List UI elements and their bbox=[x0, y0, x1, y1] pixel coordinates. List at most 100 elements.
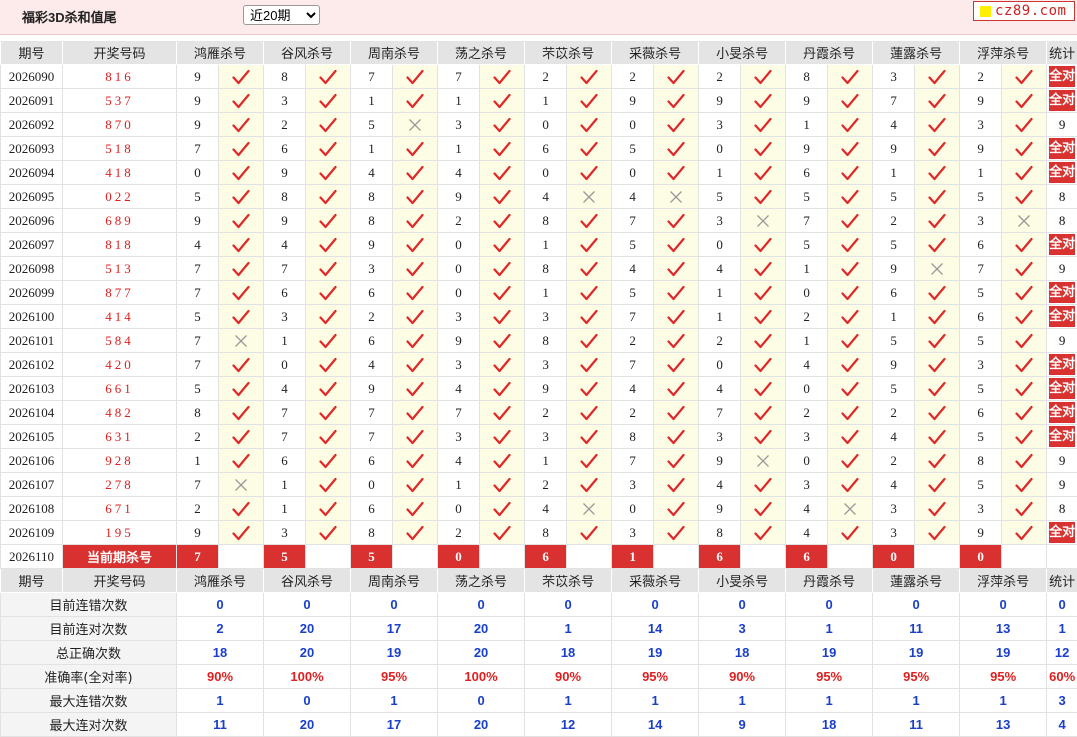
all-correct-badge: 全对 bbox=[1049, 354, 1075, 375]
summary-value: 1 bbox=[525, 689, 612, 713]
result-cell bbox=[480, 521, 525, 545]
check-icon bbox=[1015, 141, 1033, 157]
result-cell bbox=[654, 257, 699, 281]
result-cell bbox=[1002, 401, 1047, 425]
check-icon bbox=[928, 285, 946, 301]
current-blank-cell bbox=[480, 545, 525, 569]
check-icon bbox=[841, 141, 859, 157]
kill-number-cell: 2 bbox=[612, 329, 654, 353]
kill-number-cell: 3 bbox=[699, 113, 741, 137]
check-icon bbox=[841, 261, 859, 277]
kill-number-cell: 4 bbox=[699, 377, 741, 401]
kill-number-cell: 4 bbox=[873, 473, 915, 497]
summary-value: 18 bbox=[699, 641, 786, 665]
check-icon bbox=[493, 405, 511, 421]
header-expert: 谷风杀号 bbox=[264, 569, 351, 593]
summary-stat-value: 3 bbox=[1047, 689, 1077, 713]
result-cell bbox=[393, 401, 438, 425]
check-icon bbox=[232, 93, 250, 109]
kill-number-cell: 0 bbox=[699, 137, 741, 161]
cross-icon bbox=[756, 454, 770, 468]
result-cell bbox=[654, 353, 699, 377]
result-cell bbox=[393, 209, 438, 233]
result-cell bbox=[219, 137, 264, 161]
site-logo[interactable]: cz89.com bbox=[973, 1, 1075, 21]
result-cell bbox=[567, 497, 612, 521]
kill-number-cell: 1 bbox=[525, 281, 567, 305]
summary-value: 0 bbox=[873, 593, 960, 617]
result-cell bbox=[393, 377, 438, 401]
result-cell bbox=[567, 377, 612, 401]
table-row: 20261024207043370493全对 bbox=[1, 353, 1077, 377]
check-icon bbox=[493, 117, 511, 133]
kill-number-cell: 5 bbox=[960, 425, 1002, 449]
result-cell bbox=[480, 113, 525, 137]
check-icon bbox=[580, 117, 598, 133]
issue-cell: 2026105 bbox=[1, 425, 63, 449]
check-icon bbox=[841, 237, 859, 253]
summary-value: 18 bbox=[525, 641, 612, 665]
result-cell bbox=[480, 353, 525, 377]
check-icon bbox=[493, 237, 511, 253]
result-cell bbox=[1002, 425, 1047, 449]
kill-number-cell: 9 bbox=[438, 329, 480, 353]
issue-cell: 2026092 bbox=[1, 113, 63, 137]
result-cell bbox=[915, 257, 960, 281]
stat-cell: 全对 bbox=[1047, 161, 1077, 185]
check-icon bbox=[580, 93, 598, 109]
check-icon bbox=[841, 117, 859, 133]
stat-cell: 全对 bbox=[1047, 305, 1077, 329]
period-select[interactable]: 近20期 bbox=[243, 5, 320, 25]
result-cell bbox=[828, 137, 873, 161]
result-cell bbox=[219, 209, 264, 233]
check-icon bbox=[319, 429, 337, 445]
check-icon bbox=[232, 141, 250, 157]
result-cell bbox=[915, 89, 960, 113]
summary-value: 1 bbox=[612, 689, 699, 713]
kill-number-cell: 9 bbox=[264, 209, 306, 233]
result-cell bbox=[1002, 329, 1047, 353]
kill-number-cell: 0 bbox=[786, 377, 828, 401]
table-row: 20261091959382838439全对 bbox=[1, 521, 1077, 545]
stat-cell: 8 bbox=[1047, 209, 1077, 233]
result-cell bbox=[1002, 281, 1047, 305]
summary-value: 0 bbox=[438, 593, 525, 617]
kill-number-cell: 4 bbox=[177, 233, 219, 257]
kill-number-cell: 2 bbox=[525, 473, 567, 497]
result-cell bbox=[480, 65, 525, 89]
check-icon bbox=[841, 525, 859, 541]
kill-number-cell: 8 bbox=[525, 257, 567, 281]
check-icon bbox=[493, 453, 511, 469]
kill-number-cell: 2 bbox=[960, 65, 1002, 89]
kill-number-cell: 4 bbox=[699, 473, 741, 497]
kill-number-cell: 7 bbox=[264, 401, 306, 425]
result-cell bbox=[915, 281, 960, 305]
result-cell bbox=[306, 329, 351, 353]
cross-icon bbox=[756, 214, 770, 228]
kill-number-cell: 4 bbox=[612, 185, 654, 209]
issue-cell: 2026090 bbox=[1, 65, 63, 89]
current-kill-number: 0 bbox=[873, 545, 915, 569]
kill-number-cell: 6 bbox=[351, 449, 393, 473]
stat-cell: 全对 bbox=[1047, 521, 1077, 545]
kill-number-cell: 5 bbox=[960, 473, 1002, 497]
kill-number-cell: 0 bbox=[351, 473, 393, 497]
check-icon bbox=[493, 189, 511, 205]
check-icon bbox=[841, 93, 859, 109]
kill-number-cell: 6 bbox=[351, 497, 393, 521]
all-correct-badge: 全对 bbox=[1049, 138, 1075, 159]
kill-number-cell: 8 bbox=[351, 521, 393, 545]
result-cell bbox=[480, 401, 525, 425]
table-row: 202609502258894455558 bbox=[1, 185, 1077, 209]
check-icon bbox=[754, 93, 772, 109]
kill-number-cell: 8 bbox=[264, 65, 306, 89]
result-cell bbox=[654, 377, 699, 401]
result-cell bbox=[219, 473, 264, 497]
kill-number-cell: 6 bbox=[351, 329, 393, 353]
page-title: 福彩3D杀和值尾 bbox=[22, 7, 117, 26]
result-cell bbox=[306, 233, 351, 257]
result-cell bbox=[654, 521, 699, 545]
table-row: 20261004145323371216全对 bbox=[1, 305, 1077, 329]
result-cell bbox=[567, 89, 612, 113]
table-row: 20260998777660151065全对 bbox=[1, 281, 1077, 305]
